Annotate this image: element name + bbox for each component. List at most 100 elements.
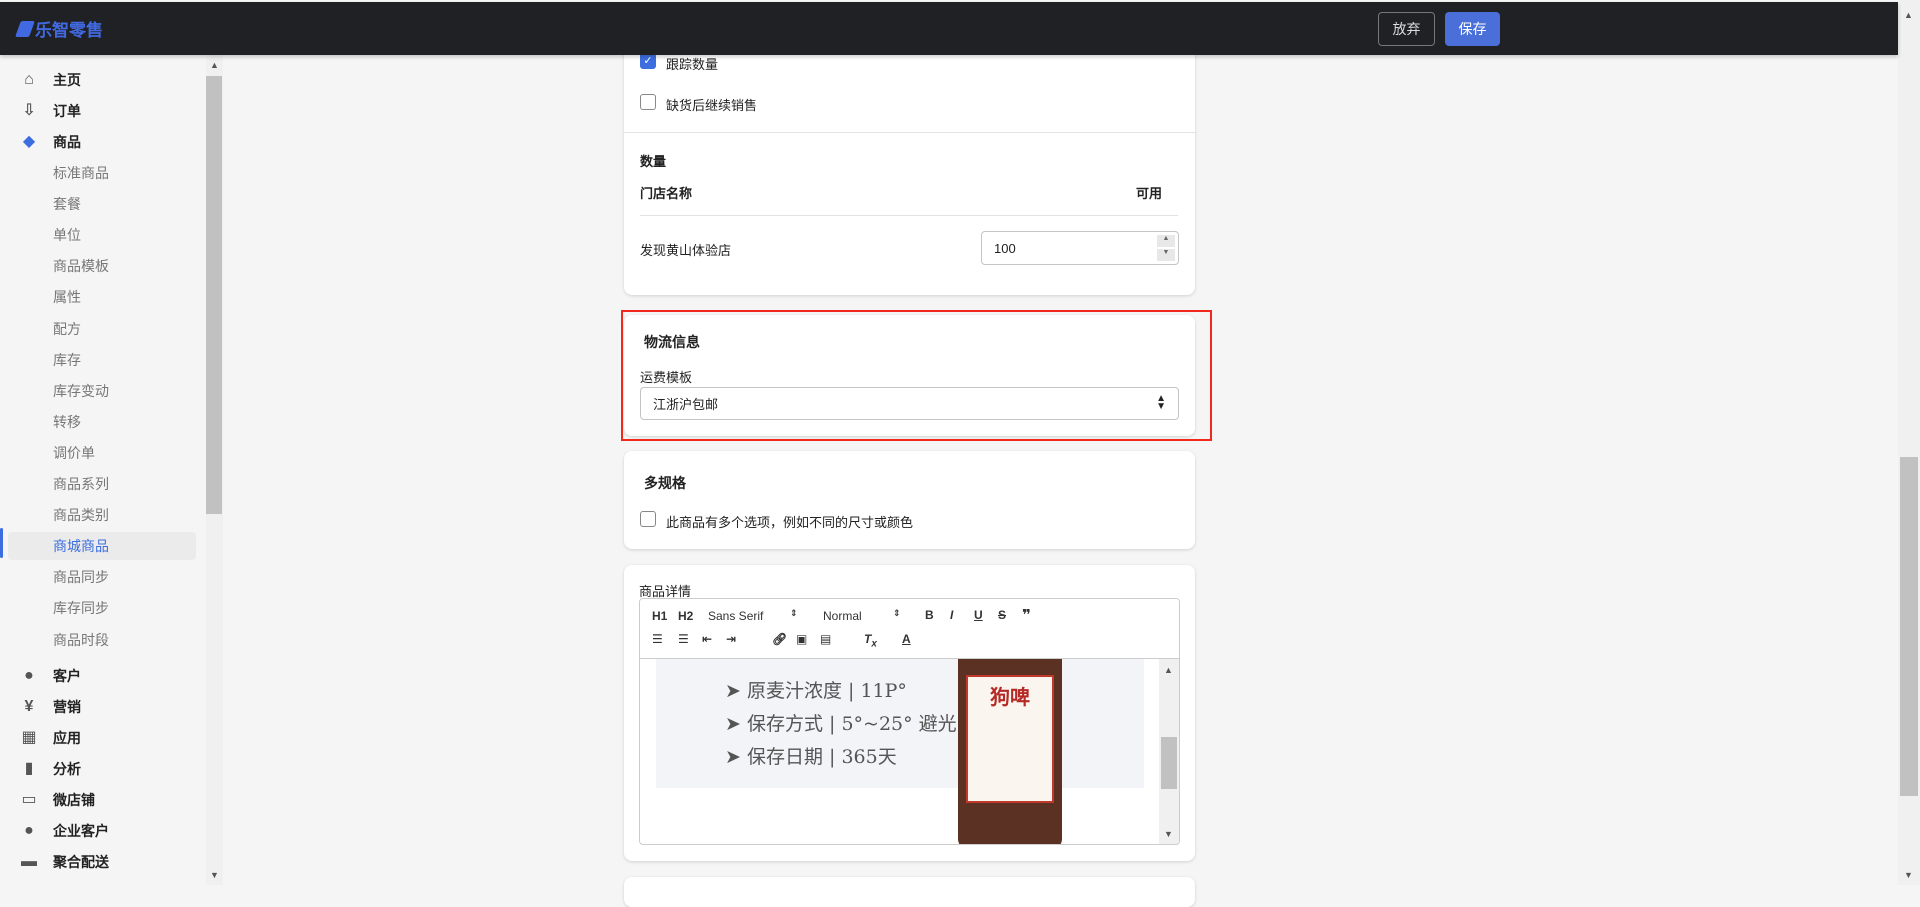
underline-icon[interactable]: U bbox=[974, 608, 983, 622]
size-select[interactable]: Normal bbox=[823, 609, 862, 623]
inbox-icon: ⇩ bbox=[22, 102, 36, 119]
store-column-header: 门店名称 bbox=[640, 186, 693, 201]
spec-line: ➤ 原麦汁浓度 | 11P° bbox=[725, 680, 907, 702]
sidebar-subitem[interactable]: 商品系列 bbox=[0, 470, 196, 498]
sidebar-subitem[interactable]: 转移 bbox=[0, 408, 196, 436]
increment-icon[interactable]: ▲ bbox=[1157, 235, 1175, 247]
select-arrows-icon: ▲ ▼ bbox=[1156, 393, 1166, 412]
sidebar-item-person[interactable]: ● 客户 bbox=[0, 662, 196, 690]
bar-chart-icon: ▮ bbox=[24, 760, 34, 777]
italic-icon[interactable]: I bbox=[950, 608, 953, 622]
sidebar-item-monitor[interactable]: ▬ 聚合配送 bbox=[0, 848, 196, 876]
ordered-list-icon[interactable]: ☰ bbox=[652, 632, 663, 646]
sidebar-subitem[interactable]: 套餐 bbox=[0, 190, 196, 218]
bottle-label: 狗啤 bbox=[966, 675, 1054, 803]
indent-icon[interactable]: ⇥ bbox=[726, 632, 736, 646]
sidebar-subitem[interactable]: 商品同步 bbox=[0, 563, 196, 591]
sidebar-item-label: 分析 bbox=[53, 761, 81, 777]
clear-format-icon[interactable]: Tx bbox=[864, 632, 877, 649]
scroll-up-icon[interactable]: ▲ bbox=[210, 60, 219, 70]
sidebar-subitem[interactable]: 商品类别 bbox=[0, 501, 196, 529]
active-indicator bbox=[0, 528, 3, 558]
next-card bbox=[624, 877, 1195, 907]
person-icon: ● bbox=[24, 667, 34, 684]
sidebar-item-label: 聚合配送 bbox=[53, 854, 109, 870]
sidebar-subitem[interactable]: 调价单 bbox=[0, 439, 196, 467]
size-select-arrows-icon: ⇕ bbox=[893, 608, 901, 618]
yen-receipt-icon: ¥ bbox=[24, 698, 34, 715]
editor-toolbar: H1 H2 Sans Serif ⇕ Normal ⇕ B I U S ❞ ☰ … bbox=[640, 599, 1179, 659]
page-scrollbar-thumb[interactable] bbox=[1900, 457, 1918, 796]
sidebar-item-label: 订单 bbox=[53, 103, 81, 119]
image-icon[interactable]: ▣ bbox=[796, 632, 807, 646]
shipping-template-select[interactable]: 江浙沪包邮 ▲ ▼ bbox=[640, 387, 1179, 420]
sidebar-item-inbox[interactable]: ⇩ 订单 bbox=[0, 97, 196, 125]
sidebar-item-business-person[interactable]: ● 企业客户 bbox=[0, 817, 196, 845]
scroll-down-icon[interactable]: ▼ bbox=[210, 870, 219, 880]
details-card: 商品详情 H1 H2 Sans Serif ⇕ Normal ⇕ B I U S… bbox=[624, 565, 1195, 861]
save-button[interactable]: 保存 bbox=[1445, 12, 1500, 46]
logo: 乐智零售 bbox=[15, 16, 103, 41]
beer-bottle-image: 狗啤 bbox=[958, 649, 1062, 844]
discard-button[interactable]: 放弃 bbox=[1378, 12, 1435, 46]
sidebar-item-apps[interactable]: ▦ 应用 bbox=[0, 724, 196, 752]
logo-icon bbox=[15, 20, 35, 37]
available-column-header: 可用 bbox=[1136, 186, 1163, 201]
divider bbox=[640, 215, 1178, 216]
rich-text-editor: H1 H2 Sans Serif ⇕ Normal ⇕ B I U S ❞ ☰ … bbox=[639, 598, 1180, 845]
sidebar-item-store[interactable]: ▭ 微店铺 bbox=[0, 786, 196, 814]
strike-icon[interactable]: S bbox=[998, 608, 1006, 622]
quantity-input[interactable]: 100 ▲ ▼ bbox=[981, 231, 1179, 265]
track-quantity-checkbox[interactable]: ✓ bbox=[640, 53, 656, 69]
sidebar-item-label: 企业客户 bbox=[53, 823, 109, 839]
logo-text: 乐智零售 bbox=[35, 21, 103, 40]
sidebar-item-yen-receipt[interactable]: ¥ 营销 bbox=[0, 693, 196, 721]
logistics-card: 物流信息 运费模板 江浙沪包邮 ▲ ▼ bbox=[624, 315, 1195, 436]
sidebar-subitem[interactable]: 库存 bbox=[0, 346, 196, 374]
sidebar-scrollbar-thumb[interactable] bbox=[206, 76, 222, 514]
continue-selling-checkbox[interactable] bbox=[640, 94, 656, 110]
track-quantity-label: 跟踪数量 bbox=[666, 57, 719, 72]
editor-scrollbar-thumb[interactable] bbox=[1161, 737, 1177, 789]
sidebar-subitem[interactable]: 商城商品 bbox=[8, 532, 196, 561]
video-icon[interactable]: ▤ bbox=[820, 632, 831, 646]
business-person-icon: ● bbox=[24, 822, 34, 839]
apps-icon: ▦ bbox=[21, 729, 37, 746]
tag-icon: ◆ bbox=[22, 133, 36, 150]
editor-scrollbar[interactable]: ▲ ▼ bbox=[1159, 659, 1179, 844]
spec-line: ➤ 保存方式 | 5°~25° 避光 bbox=[725, 713, 957, 735]
sidebar-subitem[interactable]: 属性 bbox=[0, 283, 196, 311]
sidebar-subitem[interactable]: 库存同步 bbox=[0, 594, 196, 622]
sidebar-subitem[interactable]: 标准商品 bbox=[0, 159, 196, 187]
outdent-icon[interactable]: ⇤ bbox=[702, 632, 712, 646]
sidebar-item-home[interactable]: ⌂ 主页 bbox=[0, 66, 196, 94]
link-icon[interactable]: 🔗︎ bbox=[772, 632, 787, 646]
sidebar-subitem[interactable]: 单位 bbox=[0, 221, 196, 249]
sidebar-subitem[interactable]: 库存变动 bbox=[0, 377, 196, 405]
variants-title: 多规格 bbox=[644, 475, 686, 491]
sidebar-subitem[interactable]: 配方 bbox=[0, 315, 196, 343]
sidebar-subitem[interactable]: 商品时段 bbox=[0, 626, 196, 654]
bold-icon[interactable]: B bbox=[925, 608, 934, 622]
sidebar-subitem[interactable]: 商品模板 bbox=[0, 252, 196, 280]
inventory-card: ✓ 跟踪数量 缺货后继续销售 数量 门店名称 可用 发现黄山体验店 100 ▲ … bbox=[624, 30, 1195, 295]
sidebar-item-tag[interactable]: ◆ 商品 bbox=[0, 128, 196, 156]
sidebar-item-label: 主页 bbox=[53, 72, 81, 88]
decrement-icon[interactable]: ▼ bbox=[1157, 249, 1175, 261]
store-icon: ▭ bbox=[21, 791, 37, 808]
h2-button[interactable]: H2 bbox=[678, 609, 693, 623]
text-color-icon[interactable]: A bbox=[902, 632, 911, 646]
h1-button[interactable]: H1 bbox=[652, 609, 667, 623]
top-bar: 乐智零售 放弃 保存 bbox=[0, 2, 1898, 55]
page-scroll-up-icon[interactable]: ▲ bbox=[1904, 10, 1913, 20]
blockquote-icon[interactable]: ❞ bbox=[1022, 606, 1031, 624]
spec-line: ➤ 保存日期 | 365天 bbox=[725, 746, 897, 768]
font-select[interactable]: Sans Serif bbox=[708, 609, 763, 623]
multiple-options-checkbox[interactable] bbox=[640, 511, 656, 527]
sidebar-item-bar-chart[interactable]: ▮ 分析 bbox=[0, 755, 196, 783]
home-icon: ⌂ bbox=[24, 71, 34, 88]
bullet-list-icon[interactable]: ☰ bbox=[678, 632, 689, 646]
monitor-icon: ▬ bbox=[21, 853, 37, 870]
shipping-template-value: 江浙沪包邮 bbox=[653, 397, 719, 412]
page-scroll-down-icon[interactable]: ▼ bbox=[1904, 870, 1913, 880]
